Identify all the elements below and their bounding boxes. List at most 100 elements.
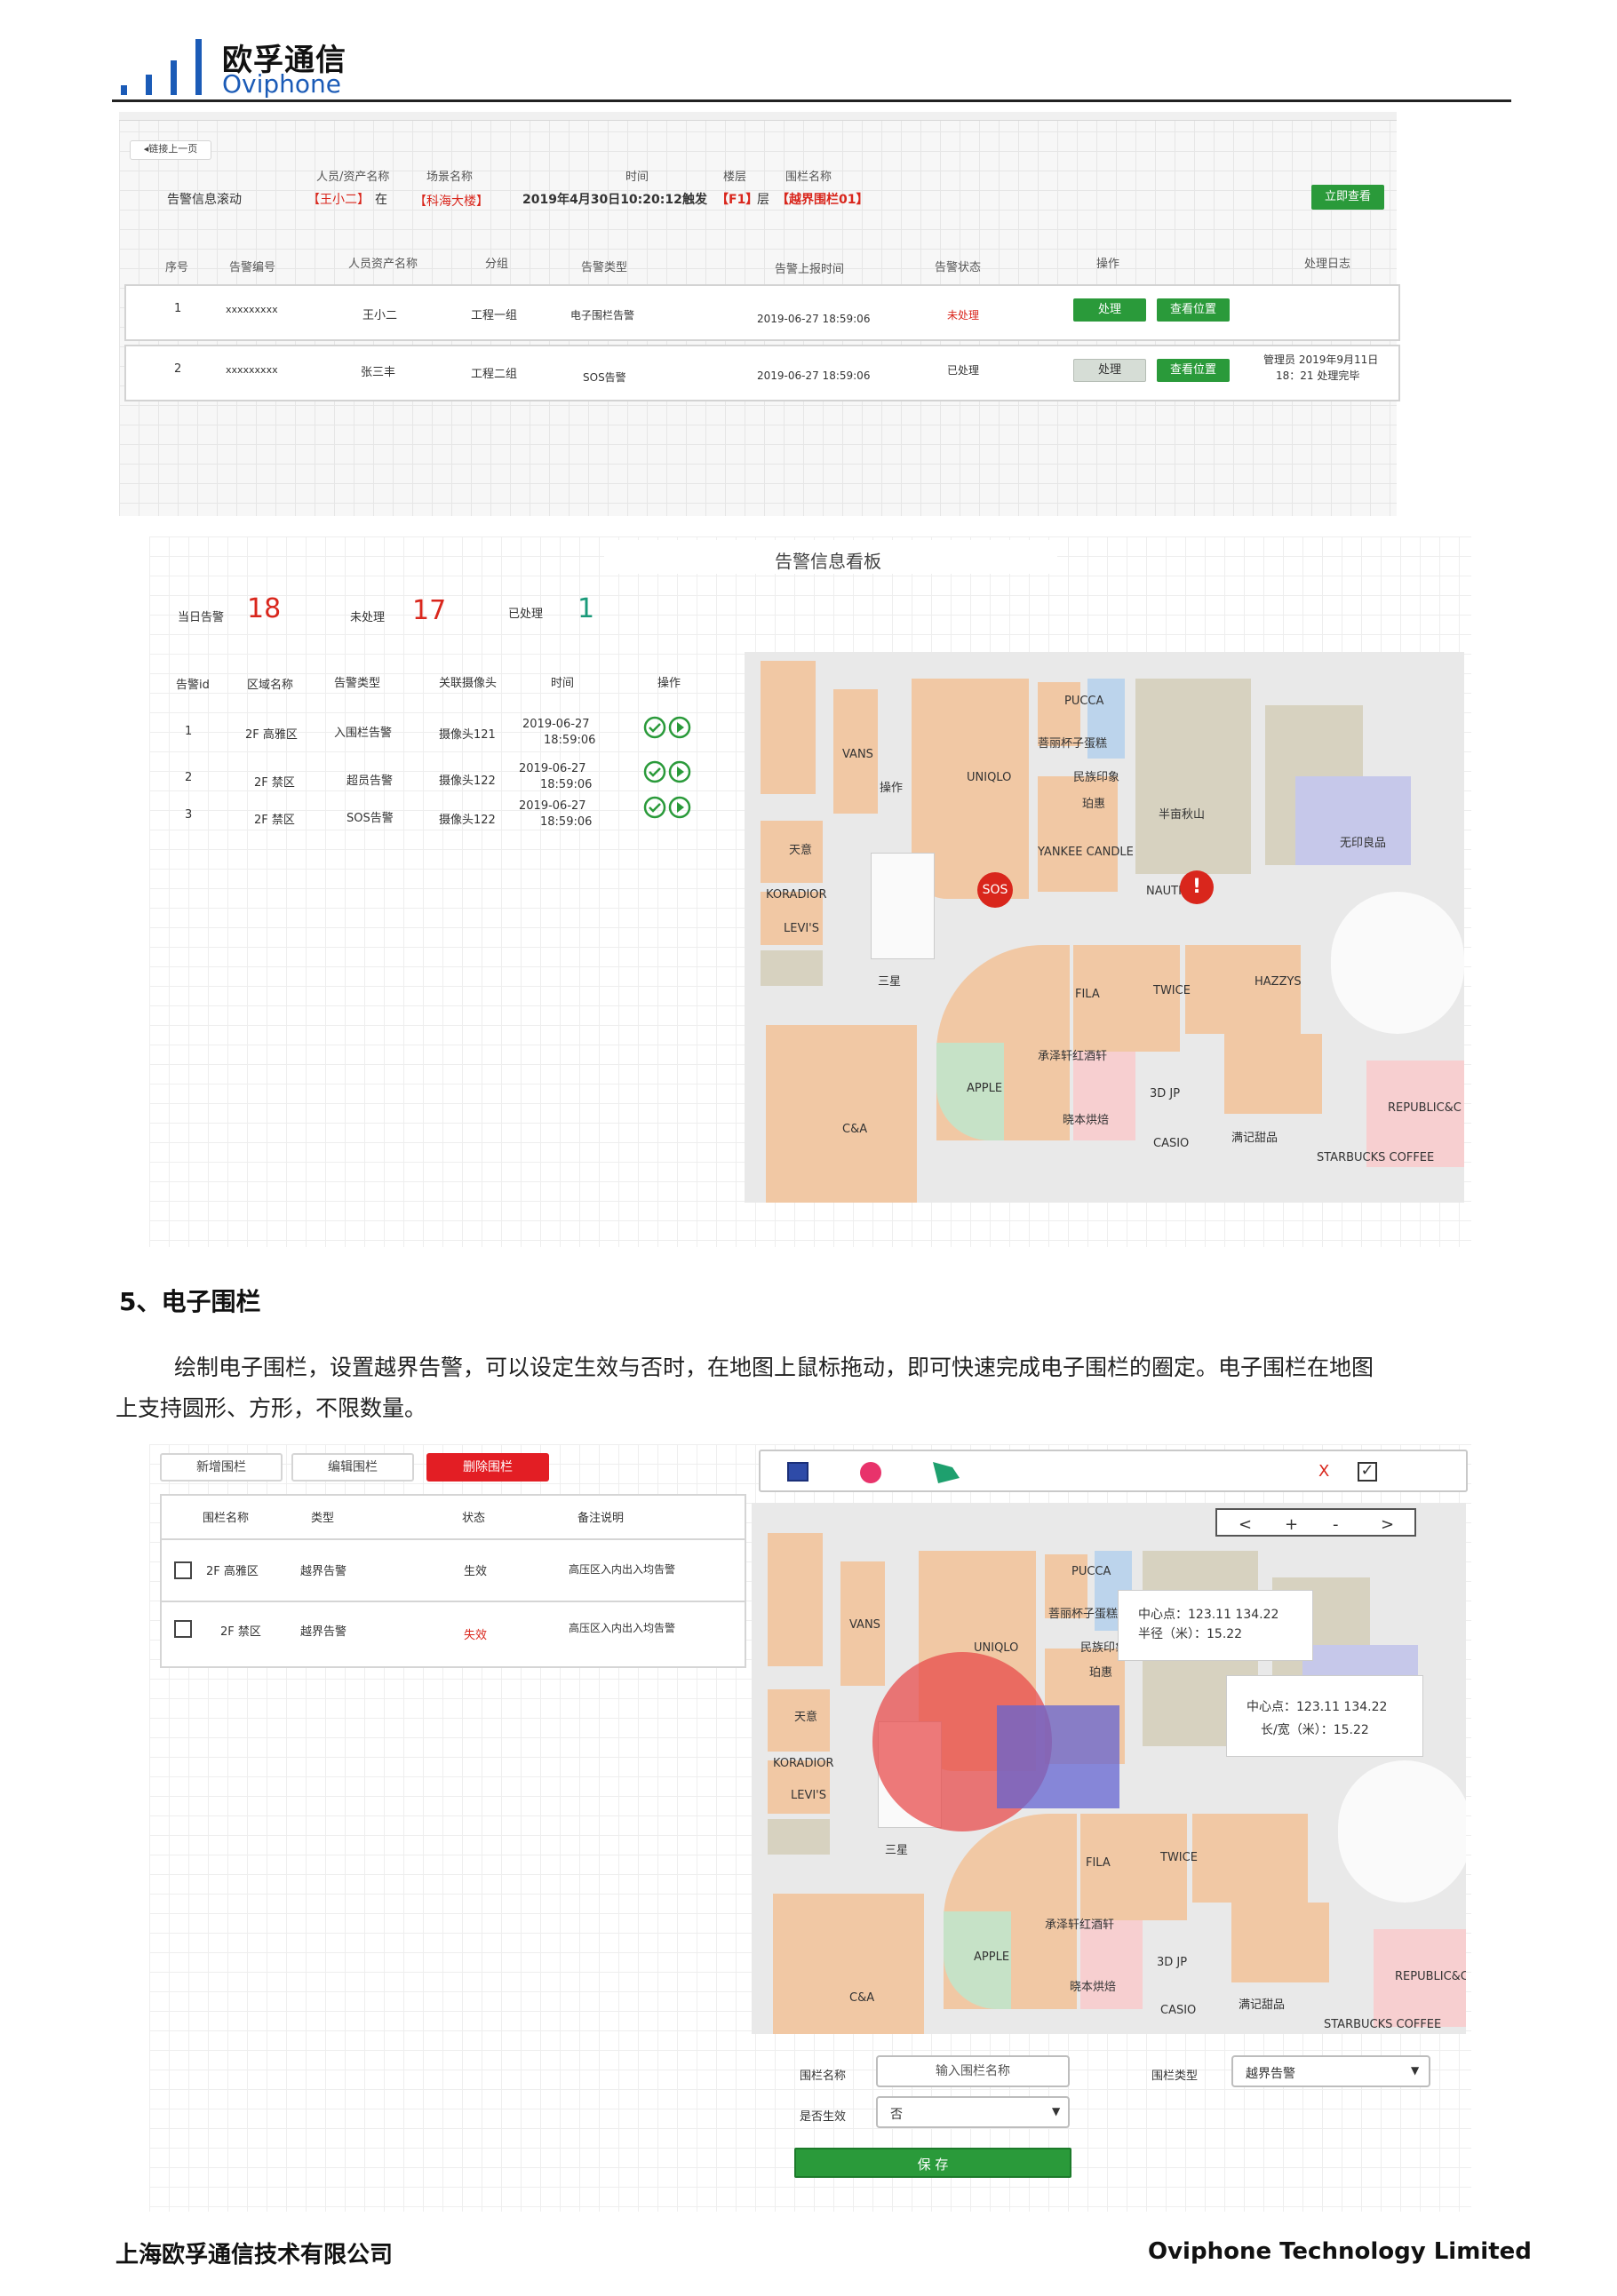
cell-type: 超员告警 [346,775,394,788]
map-label: C&A [849,1991,875,2005]
th-fence-status: 状态 [462,1512,486,1525]
row-checkbox[interactable] [174,1620,192,1638]
map-label: STARBUCKS COFFEE [1317,1151,1435,1164]
play-circle-icon[interactable] [668,760,691,783]
cell-time: 2019-06-27 18:59:06 [757,369,871,382]
process-button[interactable]: 处理 [1073,298,1146,322]
fence-name-input[interactable]: 输入围栏名称 [876,2055,1070,2087]
map-label: REPUBLIC&C [1395,1970,1466,1983]
fence-panel: 新增围栏 编辑围栏 删除围栏 围栏名称 类型 状态 备注说明 2F 高雅区 越界… [149,1444,1471,2212]
map-label: 民族印象 [1073,771,1120,784]
mall-map[interactable]: PUCCA VANS UNIQLO 菩丽杯子蛋糕 民族印象 珀惠 半亩秋山 无印… [745,652,1464,1203]
scroll-ceng: 层 [757,193,769,207]
map-label: 菩丽杯子蛋糕 [1048,1608,1119,1621]
nav-next-button[interactable]: > [1381,1515,1394,1534]
map-label: KORADIOR [766,888,827,902]
col-label-person: 人员/资产名称 [316,171,390,184]
cell-code: xxxxxxxxx [226,364,278,376]
fence-type-select[interactable]: 越界告警 ▼ [1231,2055,1430,2087]
th-time: 时间 [551,677,575,690]
view-now-button[interactable]: 立即查看 [1311,185,1384,210]
close-icon[interactable]: X [1318,1462,1329,1481]
form-name-label: 围栏名称 [800,2070,847,2083]
th-fence-name: 围栏名称 [203,1512,250,1525]
cell-cam: 摄像头122 [439,814,496,827]
stat-unhandled-label: 未处理 [350,611,386,624]
map-label: 晓本烘焙 [1070,1981,1117,1994]
th-op: 操作 [1096,258,1120,271]
view-location-button[interactable]: 查看位置 [1157,298,1230,322]
rect-fence[interactable] [997,1705,1119,1808]
col-label-scene: 场景名称 [426,171,474,184]
header-rule [112,99,1511,102]
map-label: 天意 [794,1711,818,1724]
edit-fence-button[interactable]: 编辑围栏 [291,1453,414,1482]
nav-prev-button[interactable]: < [1239,1515,1252,1534]
map-label: PUCCA [1064,695,1104,708]
cell-fence-note: 高压区入内出入均告警 [569,1622,676,1634]
process-button[interactable]: 处理 [1073,359,1146,382]
confirm-checkbox-icon[interactable]: ✓ [1358,1462,1377,1482]
zoom-out-button[interactable]: - [1333,1515,1339,1534]
cell-type: 电子围栏告警 [570,309,635,322]
map-label: KORADIOR [773,1757,834,1770]
alert-marker-icon[interactable]: ! [1180,870,1214,904]
header: 欧孚通信 Oviphone [0,0,1617,107]
map-label: UNIQLO [974,1641,1019,1655]
fence-map[interactable]: PUCCA VANS UNIQLO 菩丽杯子蛋糕 民族印象 珀惠 无印良品 天意… [752,1503,1466,2034]
cell-area: 2F 禁区 [254,776,295,790]
delete-fence-button[interactable]: 删除围栏 [426,1453,549,1482]
map-label-operate: 操作 [880,782,904,795]
th-id: 告警id [176,679,210,692]
cell-name: 张三丰 [361,366,396,379]
cell-fence-name: 2F 高雅区 [206,1565,259,1578]
cell-area: 2F 高雅区 [245,728,298,742]
save-button[interactable]: 保 存 [794,2148,1071,2178]
circle-tool-icon[interactable] [860,1462,881,1483]
row-checkbox[interactable] [174,1561,192,1579]
cell-group: 工程一组 [471,309,518,322]
col-label-floor: 楼层 [723,171,747,184]
fence-active-value: 否 [890,2108,903,2122]
map-label: CASIO [1160,2004,1197,2017]
map-label: 承泽轩红酒轩 [1038,1050,1108,1063]
check-circle-icon[interactable] [643,760,666,783]
section-para-line1: 绘制电子围栏，设置越界告警，可以设定生效与否时，在地图上鼠标拖动，即可快速完成电… [174,1355,1374,1380]
rect-tooltip: 中心点：123.11 134.22 长/宽（米）：15.22 [1226,1675,1423,1757]
cell-status: 未处理 [947,309,980,322]
check-circle-icon[interactable] [643,716,666,739]
play-circle-icon[interactable] [668,796,691,819]
cell-code: xxxxxxxxx [226,304,278,315]
map-label: LEVI'S [784,922,820,935]
cell-date: 2019-06-27 [519,762,586,775]
th-type: 告警类型 [334,677,381,690]
th-op: 操作 [657,677,681,690]
th-code: 告警编号 [229,261,276,274]
cell-time: 2019-06-27 18:59:06 [757,313,871,325]
map-label: 满记甜品 [1231,1132,1278,1145]
map-label: VANS [849,1618,880,1632]
cell-fence-status: 失效 [464,1629,488,1642]
check-circle-icon[interactable] [643,796,666,819]
map-label: UNIQLO [967,771,1012,784]
scroll-scene: 【科海大楼】 [414,195,489,209]
play-circle-icon[interactable] [668,716,691,739]
cell-id: 2 [185,771,193,784]
section-heading: 5、电子围栏 [119,1287,261,1316]
map-label: YANKEE CANDLE [1038,846,1134,859]
map-label: FILA [1086,1856,1111,1870]
sos-marker[interactable]: SOS [977,872,1013,908]
add-fence-button[interactable]: 新增围栏 [160,1453,283,1482]
alarm-dashboard-panel: 告警信息看板 当日告警 18 未处理 17 已处理 1 告警id 区域名称 告警… [149,536,1471,1247]
rectangle-tool-icon[interactable] [787,1462,808,1482]
polygon-tool-icon[interactable] [929,1460,961,1485]
tooltip-size: 长/宽（米）：15.22 [1261,1723,1369,1737]
fence-type-value: 越界告警 [1246,2067,1295,2081]
map-label: 珀惠 [1082,798,1106,811]
zoom-in-button[interactable]: + [1285,1515,1298,1534]
view-location-button[interactable]: 查看位置 [1157,359,1230,382]
table-row: 2F 禁区 越界告警 失效 高压区入内出入均告警 [162,1602,745,1663]
fence-active-select[interactable]: 否 ▼ [876,2096,1070,2128]
scroll-label: 告警信息滚动 [167,193,242,207]
back-button[interactable]: ◂链接上一页 [130,140,211,160]
